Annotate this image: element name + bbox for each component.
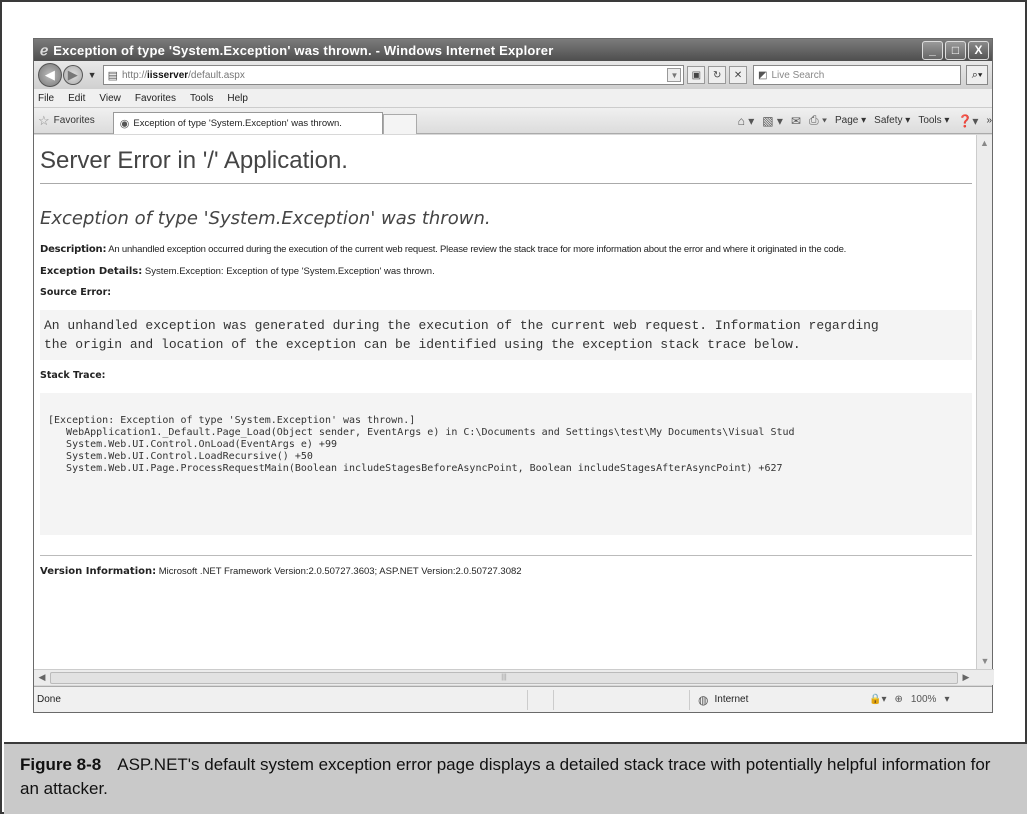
tab-current[interactable]: ◉ Exception of type 'System.Exception' w…	[112, 111, 383, 134]
protected-mode-icon[interactable]: 🔒▾	[869, 694, 886, 705]
status-tools: 🔒▾ ⊕ 100% ▾	[869, 694, 957, 705]
title-bar: ℯ Exception of type 'System.Exception' w…	[34, 39, 992, 61]
menu-favorites[interactable]: Favorites	[135, 93, 176, 104]
tab-title: Exception of type 'System.Exception' was…	[133, 117, 342, 129]
search-placeholder: Live Search	[771, 69, 825, 81]
version-label: Version Information:	[40, 566, 157, 577]
compatibility-view-icon[interactable]: ▣	[687, 66, 706, 84]
search-input[interactable]: ◩ Live Search	[753, 65, 962, 85]
menu-edit[interactable]: Edit	[68, 93, 85, 104]
description-text: An unhandled exception occurred during t…	[106, 244, 847, 255]
scroll-up-icon[interactable]: ▲	[977, 135, 992, 151]
stop-icon[interactable]: ✕	[729, 66, 747, 84]
figure-caption: Figure 8-8 ASP.NET's default system excep…	[4, 742, 1027, 814]
page-icon: ▤	[107, 69, 118, 82]
scroll-thumb[interactable]: |||	[50, 671, 958, 684]
version-info: Version Information: Microsoft .NET Fram…	[40, 566, 972, 577]
help-icon[interactable]: ❓▾	[957, 114, 978, 128]
vertical-scrollbar[interactable]: ▲ ▼	[976, 135, 992, 669]
stack-trace-label: Stack Trace:	[40, 370, 106, 381]
page-heading: Server Error in '/' Application.	[40, 147, 972, 184]
safety-menu[interactable]: Safety ▾	[874, 115, 910, 126]
command-bar: ⌂ ▾ ▧ ▾ ✉ ⎙ ▾ Page ▾ Safety ▾ Tools ▾ ❓▾…	[730, 113, 992, 128]
source-error-label: Source Error:	[40, 287, 112, 298]
favorites-star-icon[interactable]: ☆	[38, 113, 50, 129]
source-error-box: An unhandled exception was generated dur…	[40, 310, 972, 360]
caption-text: ASP.NET's default system exception error…	[20, 755, 991, 798]
tools-menu[interactable]: Tools ▾	[918, 115, 949, 126]
print-icon[interactable]: ⎙ ▾	[809, 113, 827, 128]
zoom-icon[interactable]: ⊕	[894, 694, 902, 705]
browser-window: ℯ Exception of type 'System.Exception' w…	[33, 38, 994, 713]
stack-trace-box: [Exception: Exception of type 'System.Ex…	[40, 393, 972, 535]
scroll-right-icon[interactable]: ▶	[958, 672, 974, 683]
menu-view[interactable]: View	[99, 93, 121, 104]
page-menu[interactable]: Page ▾	[835, 115, 866, 126]
security-zone[interactable]: ◍ Internet	[689, 689, 859, 710]
exception-title: Exception of type 'System.Exception' was…	[40, 208, 491, 229]
url-dropdown-icon[interactable]: ▼	[667, 68, 682, 82]
home-icon[interactable]: ⌂ ▾	[738, 114, 755, 128]
zoom-level[interactable]: 100%	[911, 694, 937, 705]
live-search-icon: ◩	[758, 69, 768, 81]
menu-file[interactable]: File	[38, 93, 54, 104]
zone-label: Internet	[714, 694, 749, 705]
figure-number: Figure 8-8	[20, 755, 102, 774]
close-button[interactable]: X	[968, 40, 989, 60]
mail-icon[interactable]: ✉	[791, 114, 801, 128]
url-input[interactable]: ▤ http:// iisserver /default.aspx ▼	[102, 65, 685, 85]
url-path: /default.aspx	[188, 69, 245, 81]
window-title: Exception of type 'System.Exception' was…	[53, 42, 554, 58]
address-bar: ◀ ▶ ▼ ▤ http:// iisserver /default.aspx …	[34, 61, 992, 89]
menu-tools[interactable]: Tools	[190, 93, 213, 104]
status-cell	[527, 689, 553, 710]
zoom-dropdown-icon[interactable]: ▾	[944, 694, 949, 705]
figure-frame: ℯ Exception of type 'System.Exception' w…	[0, 0, 1027, 814]
tab-page-icon: ◉	[119, 117, 130, 130]
scroll-down-icon[interactable]: ▼	[977, 653, 993, 669]
details-text: System.Exception: Exception of type 'Sys…	[142, 266, 435, 277]
search-button[interactable]: ⌕▾	[966, 65, 989, 85]
url-host: iisserver	[147, 69, 189, 81]
ie-logo-icon: ℯ	[40, 41, 49, 58]
favorites-bar: ☆ Favorites ◉ Exception of type 'System.…	[34, 108, 992, 134]
favorites-button[interactable]: Favorites	[54, 115, 95, 126]
status-bar: Done ◍ Internet 🔒▾ ⊕ 100% ▾	[34, 686, 992, 712]
scroll-left-icon[interactable]: ◀	[34, 672, 50, 683]
status-cell	[553, 689, 579, 710]
forward-button[interactable]: ▶	[62, 65, 83, 85]
globe-icon: ◍	[698, 692, 709, 707]
back-button[interactable]: ◀	[38, 63, 62, 87]
menu-help[interactable]: Help	[227, 93, 248, 104]
minimize-button[interactable]: _	[922, 40, 943, 60]
new-tab-button[interactable]	[382, 113, 417, 134]
description: Description: An unhandled exception occu…	[40, 243, 972, 256]
divider	[40, 555, 972, 556]
description-label: Description:	[40, 244, 107, 255]
history-dropdown-icon[interactable]: ▼	[88, 70, 97, 80]
status-text: Done	[37, 694, 61, 705]
exception-details: Exception Details: System.Exception: Exc…	[40, 266, 972, 277]
version-text: Microsoft .NET Framework Version:2.0.507…	[156, 566, 522, 577]
overflow-chevron-icon[interactable]: »	[986, 115, 992, 126]
details-label: Exception Details:	[40, 266, 143, 277]
maximize-button[interactable]: □	[945, 40, 966, 60]
refresh-icon[interactable]: ↻	[708, 66, 727, 84]
menu-bar: File Edit View Favorites Tools Help	[34, 89, 992, 108]
horizontal-scrollbar[interactable]: ◀ ||| ▶	[34, 669, 994, 685]
url-prefix: http://	[121, 69, 147, 81]
feeds-icon[interactable]: ▧ ▾	[762, 114, 783, 128]
page-content: Server Error in '/' Application. Excepti…	[34, 135, 978, 669]
